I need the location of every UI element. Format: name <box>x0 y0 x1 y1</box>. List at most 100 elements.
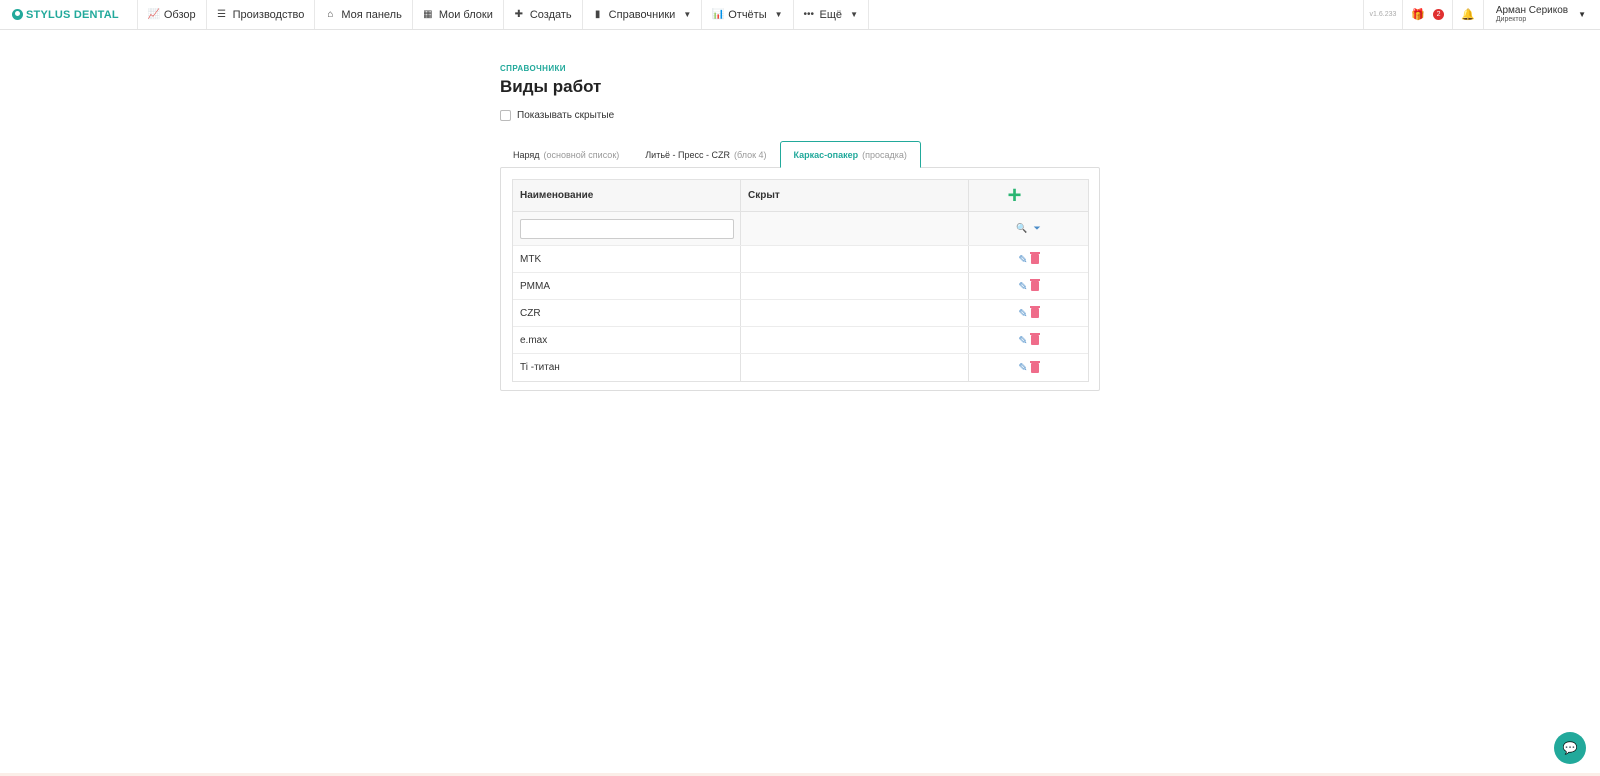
nav-item-3[interactable]: ▦ Мои блоки <box>413 0 504 29</box>
tab-sublabel: (основной список) <box>543 149 620 160</box>
delete-trash-icon[interactable] <box>1029 279 1040 291</box>
caret-down-icon: ▼ <box>774 10 783 19</box>
column-header-name[interactable]: Наименование <box>513 180 741 211</box>
search-icon[interactable]: 🔍 <box>1016 223 1027 234</box>
nav-item-4[interactable]: ✚ Создать <box>504 0 583 29</box>
nav-item-1[interactable]: ☰ Производство <box>207 0 316 29</box>
cell-name: Ti -титан <box>513 354 741 381</box>
edit-pencil-icon[interactable]: ✎ <box>1018 280 1027 293</box>
tab-sublabel: (блок 4) <box>734 149 767 160</box>
delete-trash-icon[interactable] <box>1029 333 1040 345</box>
tab-label: Наряд <box>513 149 540 160</box>
filter-row: 🔍 ⏷ <box>513 212 1088 246</box>
hidden-filter-cell <box>741 212 969 245</box>
app-version: v1.6.233 <box>1362 0 1403 29</box>
row-actions: ✎ <box>969 354 1088 381</box>
chat-icon: 💬 <box>1562 741 1578 755</box>
show-hidden-toggle[interactable]: Показывать скрытые <box>500 110 614 121</box>
list-icon: ☰ <box>217 9 227 20</box>
bell-icon: 🔔 <box>1461 9 1475 21</box>
tabs-bar: Наряд (основной список) Литьё - Пресс - CZ… <box>500 141 921 168</box>
filter-icon[interactable]: ⏷ <box>1034 223 1041 234</box>
cell-name: PMMA <box>513 273 741 299</box>
show-hidden-checkbox[interactable] <box>500 110 511 121</box>
nav-item-label: Отчёты <box>728 8 767 21</box>
nav-item-6[interactable]: 📊 Отчёты ▼ <box>702 0 794 29</box>
edit-pencil-icon[interactable]: ✎ <box>1018 361 1027 374</box>
nav-item-0[interactable]: 📈 Обзор <box>138 0 207 29</box>
name-filter-input[interactable] <box>520 218 734 239</box>
cell-hidden <box>741 246 969 272</box>
row-actions: ✎ <box>969 327 1088 353</box>
column-header-hidden[interactable]: Скрыт <box>741 180 969 211</box>
caret-down-icon: ▼ <box>850 10 858 19</box>
table-row[interactable]: CZR ✎ <box>513 300 1088 327</box>
cell-hidden <box>741 273 969 299</box>
bar-chart-icon: 📊 <box>712 9 725 20</box>
grid-icon: ▦ <box>423 9 433 20</box>
notification-badge: 2 <box>1433 9 1445 20</box>
brand-logo[interactable]: STYLUS DENTAL <box>0 0 138 29</box>
book-icon: ▮ <box>594 9 601 20</box>
tab-sublabel: (просадка) <box>862 149 907 160</box>
gifts-button[interactable]: 🎁 2 <box>1402 0 1452 29</box>
cell-name: MTK <box>513 246 741 272</box>
table-row[interactable]: PMMA ✎ <box>513 273 1088 300</box>
nav-item-label: Мои блоки <box>438 8 493 21</box>
delete-trash-icon[interactable] <box>1029 360 1040 373</box>
row-actions: ✎ <box>969 246 1088 272</box>
nav-item-2[interactable]: ⌂ Моя панель <box>315 0 413 29</box>
cell-name: CZR <box>513 300 741 326</box>
nav-item-label: Производство <box>232 8 305 21</box>
nav-item-label: Создать <box>529 8 572 21</box>
brand-name: STYLUS DENTAL <box>26 8 119 21</box>
page-title: Виды работ <box>500 77 602 96</box>
cell-name: e.max <box>513 327 741 353</box>
tab-label: Каркас-опакер <box>793 149 859 160</box>
edit-pencil-icon[interactable]: ✎ <box>1018 307 1027 320</box>
nav-item-7[interactable]: ••• Ещё ▼ <box>794 0 869 29</box>
tab-2[interactable]: Каркас-опакер (просадка) <box>779 141 921 168</box>
user-role: Директор <box>1495 16 1527 24</box>
nav-item-label: Моя панель <box>341 8 402 21</box>
home-icon: ⌂ <box>327 9 334 20</box>
breadcrumb[interactable]: СПРАВОЧНИКИ <box>500 64 566 73</box>
cell-hidden <box>741 327 969 353</box>
delete-trash-icon[interactable] <box>1029 252 1040 264</box>
more-dots-icon: ••• <box>803 9 815 20</box>
table-panel: Наименование Скрыт + 🔍 ⏷ MTK ✎ PMMA ✎ CZR ✎ e.… <box>500 167 1100 391</box>
show-hidden-label: Показывать скрытые <box>517 110 615 121</box>
top-navbar: STYLUS DENTAL 📈 Обзор ☰ Производство ⌂ Моя па… <box>0 0 1600 30</box>
caret-down-icon: ▼ <box>1578 10 1586 19</box>
edit-pencil-icon[interactable]: ✎ <box>1018 334 1027 347</box>
work-types-grid: Наименование Скрыт + 🔍 ⏷ MTK ✎ PMMA ✎ CZR ✎ e.… <box>512 179 1089 382</box>
tab-label: Литьё - Пресс - CZR <box>645 149 730 160</box>
row-actions: ✎ <box>969 300 1088 326</box>
table-row[interactable]: e.max ✎ <box>513 327 1088 354</box>
tab-0[interactable]: Наряд (основной список) <box>500 141 632 168</box>
caret-down-icon: ▼ <box>683 10 692 19</box>
row-actions: ✎ <box>969 273 1088 299</box>
plus-icon: ✚ <box>514 9 524 20</box>
table-row[interactable]: Ti -титан ✎ <box>513 354 1088 381</box>
cell-hidden <box>741 300 969 326</box>
user-name: Арман Сериков <box>1495 4 1569 16</box>
table-header: Наименование Скрыт + <box>513 180 1088 212</box>
notifications-button[interactable]: 🔔 <box>1452 0 1483 29</box>
add-row-button[interactable]: + <box>1007 183 1021 208</box>
table-row[interactable]: MTK ✎ <box>513 246 1088 273</box>
tab-1[interactable]: Литьё - Пресс - CZR (блок 4) <box>632 141 779 168</box>
chart-line-icon: 📈 <box>147 9 161 20</box>
edit-pencil-icon[interactable]: ✎ <box>1018 253 1027 266</box>
nav-item-5[interactable]: ▮ Справочники ▼ <box>583 0 703 29</box>
tooth-logo-icon <box>12 9 23 20</box>
delete-trash-icon[interactable] <box>1029 306 1040 318</box>
chat-button[interactable]: 💬 <box>1554 732 1586 764</box>
nav-item-label: Справочники <box>608 8 676 21</box>
nav-item-label: Обзор <box>163 8 196 21</box>
cell-hidden <box>741 354 969 381</box>
nav-item-label: Ещё <box>819 8 843 21</box>
user-menu[interactable]: Арман Сериков Директор ▼ <box>1482 0 1600 29</box>
gift-icon: 🎁 <box>1411 9 1426 21</box>
